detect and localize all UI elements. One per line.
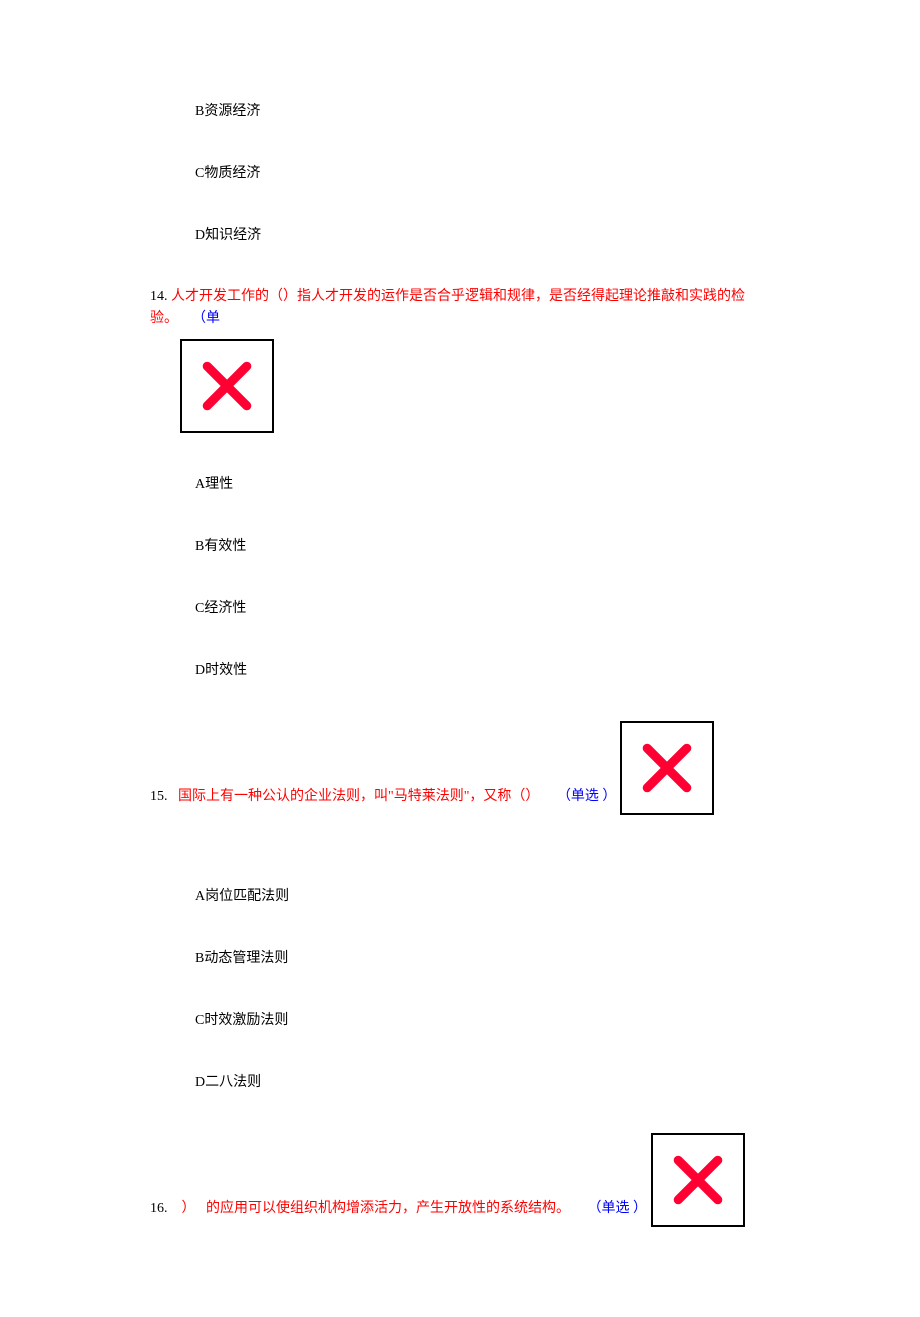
q16-number: 16.: [150, 1201, 168, 1216]
q16-stem-row: 16. ） 的应用可以使组织机构增添活力，产生开放性的系统结构。 （单选 ）: [150, 1133, 770, 1227]
document-page: B资源经济 C物质经济 D知识经济 14. 人才开发工作的（）指人才开发的运作是…: [0, 0, 920, 1317]
q15-type-label: （单选 ）: [557, 789, 617, 804]
q13-option-d: D知识经济: [150, 224, 770, 244]
question-16: 16. ） 的应用可以使组织机构增添活力，产生开放性的系统结构。 （单选 ）: [150, 1133, 770, 1227]
q14-text: 人才开发工作的（）指人才开发的运作是否合乎逻辑和规律，是否经得起理论推敲和实践的…: [150, 289, 745, 326]
question-15: 15. 国际上有一种公认的企业法则，叫"马特莱法则"，又称（） （单选 ） A岗…: [150, 721, 770, 1091]
q14-option-d: D时效性: [150, 659, 770, 679]
q15-text: 国际上有一种公认的企业法则，叫"马特莱法则"，又称（）: [178, 789, 539, 804]
q14-option-a: A理性: [150, 473, 770, 493]
q14-option-b: B有效性: [150, 535, 770, 555]
q13-option-c: C物质经济: [150, 162, 770, 182]
q14-option-c: C经济性: [150, 597, 770, 617]
q15-option-a: A岗位匹配法则: [150, 885, 770, 905]
q14-stem: 14. 人才开发工作的（）指人才开发的运作是否合乎逻辑和规律，是否经得起理论推敲…: [150, 286, 770, 331]
q13-option-b: B资源经济: [150, 100, 770, 120]
q14-type-label: （单: [192, 311, 220, 326]
q16-type-label: （单选 ）: [588, 1201, 648, 1216]
question-14: 14. 人才开发工作的（）指人才开发的运作是否合乎逻辑和规律，是否经得起理论推敲…: [150, 286, 770, 679]
broken-image-icon: [620, 721, 714, 815]
broken-image-icon: [180, 339, 274, 433]
q16-text: 的应用可以使组织机构增添活力，产生开放性的系统结构。: [206, 1201, 570, 1216]
q15-stem-row: 15. 国际上有一种公认的企业法则，叫"马特莱法则"，又称（） （单选 ）: [150, 721, 770, 815]
q16-text-prefix: ）: [182, 1201, 196, 1216]
q15-number: 15.: [150, 789, 168, 804]
q14-number: 14.: [150, 289, 168, 304]
q15-option-c: C时效激励法则: [150, 1009, 770, 1029]
q15-option-d: D二八法则: [150, 1071, 770, 1091]
q15-option-b: B动态管理法则: [150, 947, 770, 967]
broken-image-icon: [651, 1133, 745, 1227]
